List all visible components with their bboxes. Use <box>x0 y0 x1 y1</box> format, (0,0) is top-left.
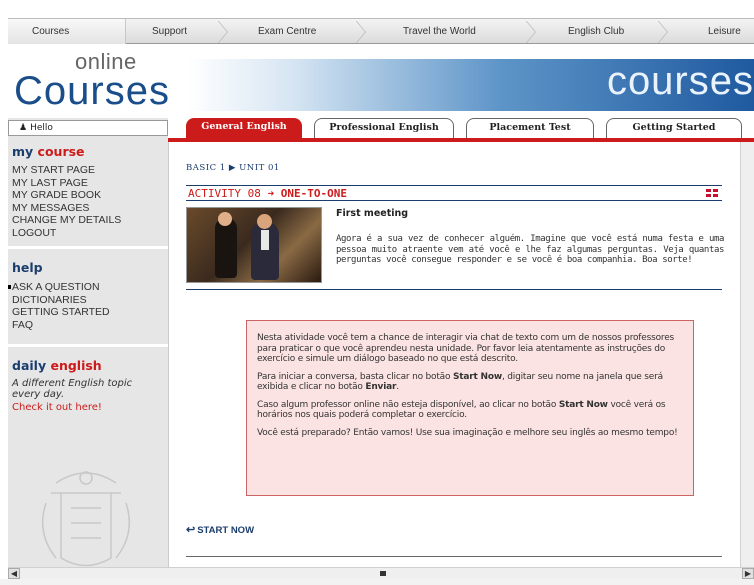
crest-watermark-icon <box>41 471 131 567</box>
nav-item-leisure[interactable]: Leisure <box>708 19 741 45</box>
my-course-heading: my course <box>12 144 85 159</box>
breadcrumb: BASIC 1 ▶ UNIT 01 <box>186 163 280 173</box>
activity-title: ACTIVITY 08 ➜ ONE-TO-ONE <box>188 187 347 200</box>
photo-figure <box>215 218 237 278</box>
nav-item-courses[interactable]: Courses <box>32 19 69 45</box>
breadcrumb-level[interactable]: BASIC 1 <box>186 163 226 173</box>
start-now-button[interactable]: ↩ START NOW <box>186 523 254 536</box>
my-course-heading-my: my <box>12 144 34 159</box>
instructions-text-bold: Start Now <box>558 399 608 410</box>
daily-english-heading-english: english <box>50 358 102 373</box>
sidebar-item-my-start-page[interactable]: MY START PAGE <box>12 164 121 177</box>
tab-getting-started[interactable]: Getting Started <box>606 118 742 138</box>
logo-courses-text[interactable]: Courses <box>14 69 170 114</box>
sidebar: ♟ Hello my course MY START PAGE MY LAST P… <box>8 118 168 585</box>
instructions-paragraph: Você está preparado? Então vamos! Use su… <box>257 427 678 438</box>
nav-separator <box>526 21 536 43</box>
daily-english-heading: daily english <box>12 358 102 373</box>
photo-figure <box>261 230 269 250</box>
sidebar-divider <box>8 344 168 347</box>
photo-figure <box>257 214 272 229</box>
activity-header: ACTIVITY 08 ➜ ONE-TO-ONE <box>186 185 722 201</box>
course-tabs: General English Professional English Pla… <box>168 118 754 138</box>
hello-bar: ♟ Hello <box>8 120 168 136</box>
start-now-label: START NOW <box>197 525 255 536</box>
sidebar-item-dictionaries[interactable]: DICTIONARIES <box>12 294 110 307</box>
person-icon: ♟ <box>19 123 28 133</box>
hello-label: Hello <box>30 123 53 133</box>
activity-number: ACTIVITY 08 <box>188 187 261 200</box>
nav-item-travel-the-world[interactable]: Travel the World <box>403 19 476 45</box>
daily-english-heading-daily: daily <box>12 358 47 373</box>
sidebar-item-my-messages[interactable]: MY MESSAGES <box>12 202 121 215</box>
sidebar-item-ask-a-question[interactable]: ASK A QUESTION <box>8 281 110 294</box>
my-course-heading-course: course <box>37 144 85 159</box>
activity-arrow-icon: ➜ <box>267 187 275 200</box>
instructions-text: Para iniciar a conversa, basta clicar no… <box>257 371 453 382</box>
nav-separator <box>218 21 228 43</box>
breadcrumb-unit[interactable]: UNIT 01 <box>239 163 280 173</box>
nav-item-support[interactable]: Support <box>152 19 187 45</box>
uk-flag-icon[interactable] <box>706 189 718 197</box>
sidebar-item-getting-started[interactable]: GETTING STARTED <box>12 306 110 319</box>
daily-english-description: A different English topic every day. <box>12 378 133 400</box>
status-bar <box>0 579 754 585</box>
instructions-paragraph: Nesta atividade você tem a chance de int… <box>257 333 675 364</box>
horizontal-scrollbar[interactable]: ◀ ▶ <box>8 567 754 579</box>
sidebar-item-logout[interactable]: LOGOUT <box>12 227 121 240</box>
help-list: ASK A QUESTION DICTIONARIES GETTING STAR… <box>8 281 110 332</box>
my-course-list: MY START PAGE MY LAST PAGE MY GRADE BOOK… <box>12 164 121 239</box>
start-arrow-icon: ↩ <box>186 524 196 536</box>
scroll-thumb[interactable] <box>380 571 386 576</box>
site-header: online Courses courses <box>8 45 754 115</box>
meeting-title: First meeting <box>336 208 409 219</box>
content-divider <box>186 556 722 557</box>
tab-placement-test[interactable]: Placement Test <box>466 118 594 138</box>
instructions-paragraph: Caso algum professor online não esteja d… <box>257 400 683 421</box>
vertical-scrollbar[interactable] <box>740 142 754 573</box>
daily-english-link[interactable]: Check it out here! <box>12 402 102 413</box>
scroll-left-icon[interactable]: ◀ <box>8 568 20 579</box>
instructions-text-bold: Start Now <box>452 371 502 382</box>
help-heading: help <box>12 260 43 275</box>
instructions-box: Nesta atividade você tem a chance de int… <box>246 320 694 496</box>
instructions-text: Caso algum professor online não esteja d… <box>257 399 559 410</box>
tab-professional-english[interactable]: Professional English <box>314 118 454 138</box>
sidebar-divider <box>8 246 168 249</box>
nav-separator <box>356 21 366 43</box>
sidebar-item-change-my-details[interactable]: CHANGE MY DETAILS <box>12 214 121 227</box>
photo-figure <box>218 212 232 226</box>
sidebar-item-my-grade-book[interactable]: MY GRADE BOOK <box>12 189 121 202</box>
nav-item-english-club[interactable]: English Club <box>568 19 624 45</box>
header-banner: courses <box>188 59 754 111</box>
content-divider <box>186 289 722 290</box>
nav-item-exam-centre[interactable]: Exam Centre <box>258 19 316 45</box>
scroll-right-icon[interactable]: ▶ <box>742 568 754 579</box>
activity-name: ONE-TO-ONE <box>280 187 347 200</box>
meeting-description: Agora é a sua vez de conhecer alguém. Im… <box>336 234 724 265</box>
sidebar-item-my-last-page[interactable]: MY LAST PAGE <box>12 177 121 190</box>
nav-separator <box>658 21 668 43</box>
instructions-text-bold: Enviar <box>365 382 397 392</box>
banner-courses-text: courses <box>606 59 754 103</box>
top-navigation: Courses Support Exam Centre Travel the W… <box>8 18 754 44</box>
instructions-paragraph: Para iniciar a conversa, basta clicar no… <box>257 372 683 393</box>
tab-general-english[interactable]: General English <box>186 118 302 138</box>
instructions-text: . <box>396 382 399 392</box>
breadcrumb-arrow-icon: ▶ <box>228 163 236 173</box>
sidebar-item-faq[interactable]: FAQ <box>12 319 110 332</box>
activity-photo <box>186 207 322 283</box>
